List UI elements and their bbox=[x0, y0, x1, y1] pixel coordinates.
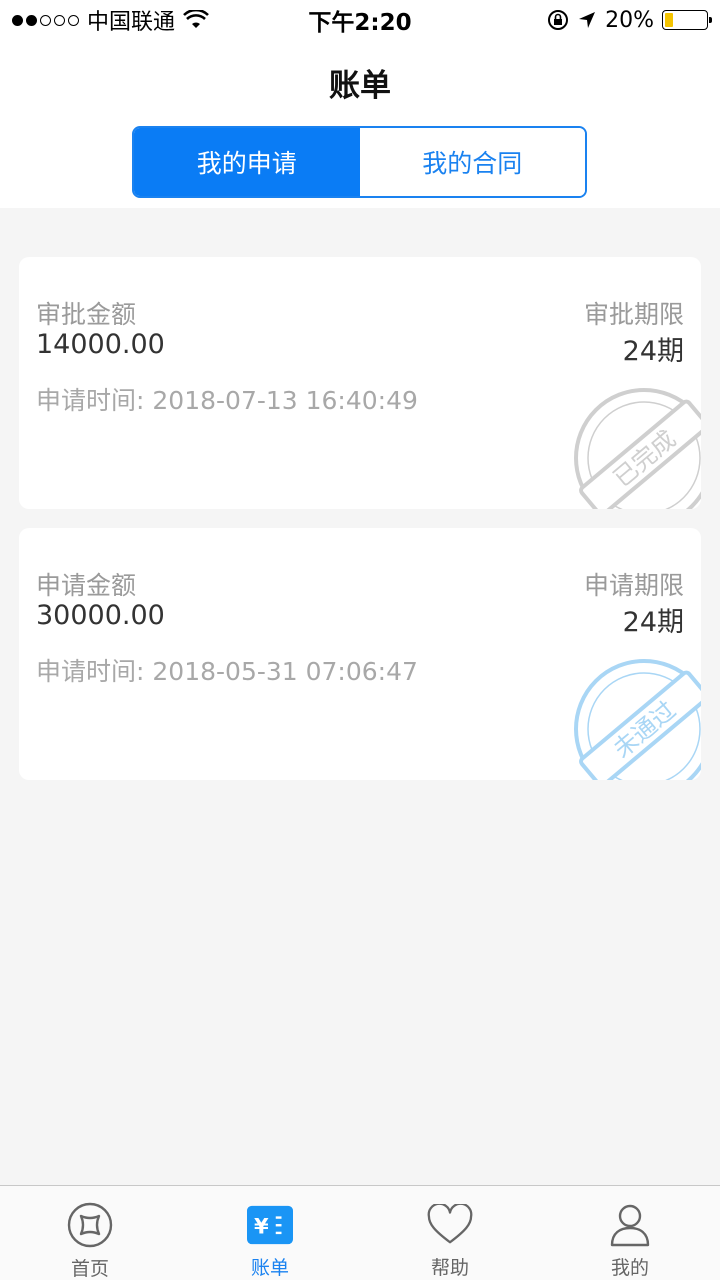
rotation-lock-icon bbox=[548, 10, 569, 30]
term-value: 24期 bbox=[622, 336, 684, 367]
user-icon bbox=[607, 1202, 653, 1247]
segmented-control: 我的申请 我的合同 bbox=[132, 126, 587, 198]
tabbar-item-mine[interactable]: 我的 bbox=[540, 1186, 720, 1280]
tabbar-item-bill[interactable]: ¥ 账单 bbox=[180, 1186, 360, 1280]
battery-percent: 20% bbox=[605, 7, 654, 33]
status-right: 20% bbox=[458, 7, 712, 33]
heart-icon bbox=[427, 1202, 473, 1247]
status-time: 下午2:20 bbox=[308, 10, 412, 36]
apply-time-value: 2018-05-31 07:06:47 bbox=[152, 657, 418, 686]
status-bar: 中国联通 下午2:20 20% bbox=[0, 0, 720, 40]
svg-text:¥: ¥ bbox=[254, 1213, 269, 1238]
status-left: 中国联通 bbox=[12, 4, 262, 36]
amount-label: 审批金额 bbox=[36, 300, 137, 329]
apply-time-value: 2018-07-13 16:40:49 bbox=[152, 386, 418, 415]
carrier-name: 中国联通 bbox=[87, 10, 176, 35]
home-icon bbox=[67, 1202, 113, 1248]
apply-time-label: 申请时间: bbox=[36, 657, 145, 686]
location-arrow-icon bbox=[579, 12, 596, 28]
apply-time-label: 申请时间: bbox=[36, 386, 145, 415]
completed-stamp-icon: 已完成 bbox=[574, 388, 701, 509]
tabbar-label: 账单 bbox=[250, 1257, 289, 1279]
tab-my-applications[interactable]: 我的申请 bbox=[134, 128, 360, 196]
tabbar-item-home[interactable]: 首页 bbox=[0, 1186, 180, 1280]
bill-card[interactable]: 申请金额 30000.00 申请期限 24期 申请时间: 2018-05-31 … bbox=[19, 528, 701, 780]
term-label: 审批期限 bbox=[583, 300, 684, 329]
header: 账单 我的申请 我的合同 bbox=[0, 40, 720, 208]
term-value: 24期 bbox=[622, 607, 684, 638]
bottom-tab-bar: 首页 ¥ 账单 帮助 我的 bbox=[0, 1185, 720, 1280]
amount-value: 30000.00 bbox=[36, 600, 165, 631]
tab-my-contracts[interactable]: 我的合同 bbox=[359, 128, 585, 196]
wifi-icon bbox=[183, 10, 209, 28]
tabbar-label: 首页 bbox=[70, 1258, 109, 1280]
tabbar-label: 我的 bbox=[610, 1257, 649, 1279]
amount-value: 14000.00 bbox=[36, 329, 165, 360]
apply-time: 申请时间: 2018-07-13 16:40:49 bbox=[36, 381, 418, 417]
tabbar-label: 帮助 bbox=[430, 1257, 469, 1279]
bill-card[interactable]: 审批金额 14000.00 审批期限 24期 申请时间: 2018-07-13 … bbox=[19, 257, 701, 509]
apply-time: 申请时间: 2018-05-31 07:06:47 bbox=[36, 652, 418, 688]
bill-icon: ¥ bbox=[247, 1202, 293, 1247]
battery-icon bbox=[662, 10, 712, 30]
signal-strength-icon bbox=[12, 14, 79, 26]
rejected-stamp-icon: 未通过 bbox=[574, 659, 701, 780]
tabbar-item-help[interactable]: 帮助 bbox=[360, 1186, 540, 1280]
page-title: 账单 bbox=[329, 68, 391, 104]
amount-label: 申请金额 bbox=[36, 571, 137, 600]
term-label: 申请期限 bbox=[583, 571, 684, 600]
